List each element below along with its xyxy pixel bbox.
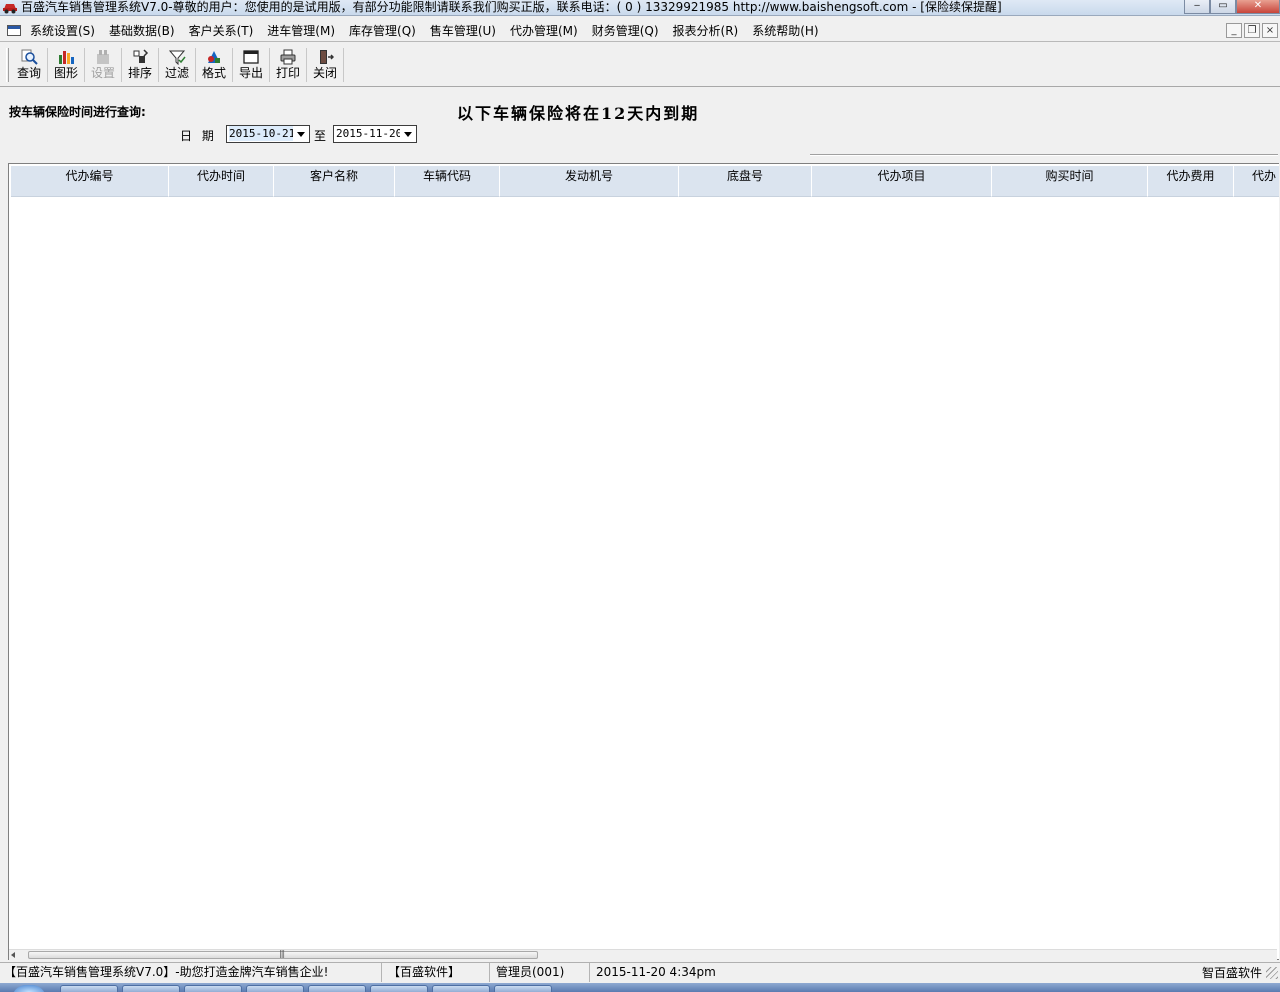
toolbar: 查询 图形 设置 排序 过滤 格式 导出 打印 关闭 <box>0 43 1280 87</box>
chevron-down-icon[interactable] <box>293 126 309 142</box>
printer-icon <box>280 49 296 65</box>
column-agency-time[interactable]: 代办时间 <box>169 166 274 197</box>
sort-button[interactable]: 排序 <box>122 48 159 82</box>
column-vehicle-code[interactable]: 车辆代码 <box>395 166 500 197</box>
close-window-button-label: 关闭 <box>312 66 337 80</box>
menu-customer-relations[interactable]: 客户关系(T) <box>182 23 261 39</box>
window-title-bar[interactable]: 百盛汽车销售管理系统V7.0-尊敬的用户：您使用的是试用版，有部分功能限制请联系… <box>0 0 1280 16</box>
divider <box>810 154 1278 156</box>
menu-finance-management[interactable]: 财务管理(Q) <box>585 23 666 39</box>
grid-header: 代办编号 代办时间 客户名称 车辆代码 发动机号 底盘号 代办项目 购买时间 代… <box>11 166 1279 197</box>
scroll-left-icon[interactable] <box>11 952 15 958</box>
window-controls: ‒ ▭ ✕ <box>1184 0 1280 14</box>
scrollbar-thumb[interactable]: ||| <box>28 949 538 959</box>
os-taskbar <box>0 983 1280 992</box>
column-agency-fee[interactable]: 代办费用 <box>1148 166 1234 197</box>
taskbar-button[interactable] <box>308 985 366 992</box>
taskbar-button[interactable] <box>122 985 180 992</box>
start-date-picker[interactable]: 2015-10-21 <box>226 125 310 143</box>
column-engine-number[interactable]: 发动机号 <box>500 166 679 197</box>
end-date-value: 2015-11-20 <box>336 127 403 140</box>
print-button-label: 打印 <box>275 66 300 80</box>
restore-button[interactable]: ▭ <box>1210 0 1236 14</box>
close-window-button[interactable]: 关闭 <box>307 48 344 82</box>
format-icon <box>208 51 220 63</box>
format-button-label: 格式 <box>201 66 226 80</box>
print-button[interactable]: 打印 <box>270 48 307 82</box>
status-bar: 【百盛汽车销售管理系统V7.0】-助您打造金牌汽车销售企业! 【百盛软件】 管理… <box>0 962 1280 982</box>
car-icon <box>3 4 17 14</box>
status-datetime: 2015-11-20 4:34pm <box>596 965 716 979</box>
settings-button-label: 设置 <box>90 66 115 80</box>
query-button[interactable]: 查询 <box>11 48 48 82</box>
magnifier-icon <box>21 49 38 65</box>
mdi-controls: _ ❐ × <box>1226 23 1278 38</box>
status-user: 管理员(001) <box>492 963 590 982</box>
chart-button[interactable]: 图形 <box>48 48 85 82</box>
settings-icon <box>97 50 109 64</box>
close-button[interactable]: ✕ <box>1236 0 1280 14</box>
column-purchase-time[interactable]: 购买时间 <box>992 166 1148 197</box>
column-agency-more[interactable]: 代办 <box>1234 166 1279 197</box>
filter-icon <box>168 50 186 65</box>
bar-chart-icon <box>59 51 74 64</box>
toolbar-buttons: 查询 图形 设置 排序 过滤 格式 导出 打印 关闭 <box>11 48 344 82</box>
menu-purchase-management[interactable]: 进车管理(M) <box>260 23 342 39</box>
insurance-renewal-grid[interactable]: 代办编号 代办时间 客户名称 车辆代码 发动机号 底盘号 代办项目 购买时间 代… <box>8 163 1279 960</box>
column-customer-name[interactable]: 客户名称 <box>274 166 395 197</box>
start-date-value: 2015-10-21 <box>229 126 296 141</box>
filter-button-label: 过滤 <box>164 66 189 80</box>
column-agency-item[interactable]: 代办项目 <box>812 166 992 197</box>
exit-door-icon <box>320 50 334 64</box>
status-company: 【百盛软件】 <box>384 963 490 982</box>
query-button-label: 查询 <box>16 66 41 80</box>
format-button[interactable]: 格式 <box>196 48 233 82</box>
settings-button[interactable]: 设置 <box>85 48 122 82</box>
mdi-close-button[interactable]: × <box>1262 23 1278 38</box>
menu-system-help[interactable]: 系统帮助(H) <box>745 23 825 39</box>
status-brand: 智百盛软件 <box>1201 966 1262 980</box>
expiry-notice: 以下车辆保险将在12天内到期 <box>457 104 700 123</box>
resize-grip-icon[interactable] <box>1266 967 1278 979</box>
menu-report-analysis[interactable]: 报表分析(R) <box>666 23 746 39</box>
mdi-restore-button[interactable]: ❐ <box>1244 23 1260 38</box>
window-title: 百盛汽车销售管理系统V7.0-尊敬的用户：您使用的是试用版，有部分功能限制请联系… <box>21 0 1002 14</box>
menu-list: 系统设置(S) 基础数据(B) 客户关系(T) 进车管理(M) 库存管理(Q) … <box>23 23 826 39</box>
menu-inventory-management[interactable]: 库存管理(Q) <box>342 23 423 39</box>
grip-icon: ||| <box>279 949 285 958</box>
query-section-title: 按车辆保险时间进行查询: <box>9 105 146 119</box>
sort-button-label: 排序 <box>127 66 152 80</box>
chevron-down-icon[interactable] <box>400 126 416 142</box>
horizontal-scrollbar[interactable]: ||| <box>9 949 1277 960</box>
chart-button-label: 图形 <box>53 66 78 80</box>
export-button[interactable]: 导出 <box>233 48 270 82</box>
taskbar-button[interactable] <box>370 985 428 992</box>
sort-icon <box>133 49 149 63</box>
date-label: 日 期 <box>180 129 214 143</box>
menu-system-settings[interactable]: 系统设置(S) <box>23 23 102 39</box>
end-date-picker[interactable]: 2015-11-20 <box>333 125 417 143</box>
menu-bar: 系统设置(S) 基础数据(B) 客户关系(T) 进车管理(M) 库存管理(Q) … <box>0 20 1280 42</box>
toolbar-grip[interactable] <box>6 48 9 82</box>
date-range-separator: 至 <box>314 129 327 143</box>
minimize-button[interactable]: ‒ <box>1184 0 1210 14</box>
taskbar-button[interactable] <box>494 985 552 992</box>
menu-agency-management[interactable]: 代办管理(M) <box>503 23 585 39</box>
column-agency-id[interactable]: 代办编号 <box>11 166 169 197</box>
mdi-minimize-button[interactable]: _ <box>1226 23 1242 38</box>
status-app-slogan: 【百盛汽车销售管理系统V7.0】-助您打造金牌汽车销售企业! <box>0 963 382 982</box>
export-icon <box>243 50 259 64</box>
taskbar-button[interactable] <box>246 985 304 992</box>
column-chassis-number[interactable]: 底盘号 <box>679 166 812 197</box>
taskbar-button[interactable] <box>432 985 490 992</box>
menu-sales-management[interactable]: 售车管理(U) <box>423 23 503 39</box>
taskbar-button[interactable] <box>60 985 118 992</box>
filter-button[interactable]: 过滤 <box>159 48 196 82</box>
export-button-label: 导出 <box>238 66 263 80</box>
document-window-icon[interactable] <box>7 25 21 36</box>
menu-basic-data[interactable]: 基础数据(B) <box>102 23 182 39</box>
taskbar-button[interactable] <box>184 985 242 992</box>
start-orb-icon[interactable] <box>12 985 46 992</box>
